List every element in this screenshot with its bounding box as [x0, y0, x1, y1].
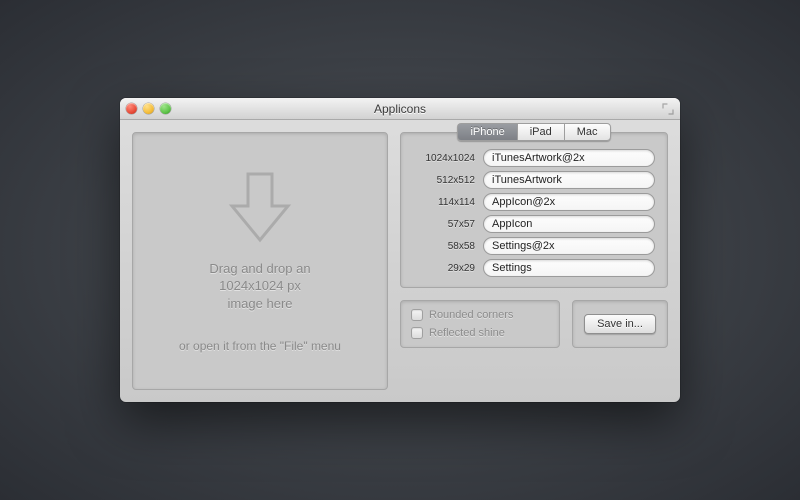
- icon-dimension-label: 58x58: [413, 241, 475, 252]
- icon-config-panel: iPhone iPad Mac 1024x1024 512x512 114x11…: [400, 132, 668, 288]
- down-arrow-icon: [225, 168, 295, 248]
- titlebar[interactable]: Applicons: [120, 98, 680, 120]
- dropzone-hint: or open it from the "File" menu: [179, 338, 341, 354]
- icon-name-field[interactable]: [483, 193, 655, 211]
- rounded-corners-label: Rounded corners: [429, 309, 513, 321]
- device-tabs: iPhone iPad Mac: [457, 123, 610, 141]
- app-window: Applicons Drag and drop an 1024x1024 px …: [120, 98, 680, 402]
- icon-name-field[interactable]: [483, 149, 655, 167]
- icon-row: 1024x1024: [413, 149, 655, 167]
- save-panel: Save in...: [572, 300, 668, 348]
- icon-dimension-label: 57x57: [413, 219, 475, 230]
- window-content: Drag and drop an 1024x1024 px image here…: [120, 120, 680, 402]
- icon-dimension-label: 29x29: [413, 263, 475, 274]
- icon-rows: 1024x1024 512x512 114x114 57x57: [413, 149, 655, 277]
- rounded-corners-checkbox[interactable]: Rounded corners: [411, 309, 549, 321]
- icon-name-field[interactable]: [483, 171, 655, 189]
- save-in-button[interactable]: Save in...: [584, 314, 656, 334]
- icon-dimension-label: 1024x1024: [413, 153, 475, 164]
- right-panel: iPhone iPad Mac 1024x1024 512x512 114x11…: [400, 132, 668, 390]
- icon-name-field[interactable]: [483, 215, 655, 233]
- icon-row: 114x114: [413, 193, 655, 211]
- icon-row: 29x29: [413, 259, 655, 277]
- image-dropzone[interactable]: Drag and drop an 1024x1024 px image here…: [132, 132, 388, 390]
- options-panel: Rounded corners Reflected shine: [400, 300, 560, 348]
- icon-row: 57x57: [413, 215, 655, 233]
- fullscreen-icon[interactable]: [662, 103, 674, 115]
- icon-row: 58x58: [413, 237, 655, 255]
- reflected-shine-input[interactable]: [411, 327, 423, 339]
- bottom-panel: Rounded corners Reflected shine Save in.…: [400, 300, 668, 348]
- icon-name-field[interactable]: [483, 237, 655, 255]
- reflected-shine-label: Reflected shine: [429, 327, 505, 339]
- dropzone-text: Drag and drop an 1024x1024 px image here: [209, 260, 310, 313]
- reflected-shine-checkbox[interactable]: Reflected shine: [411, 327, 549, 339]
- icon-dimension-label: 512x512: [413, 175, 475, 186]
- rounded-corners-input[interactable]: [411, 309, 423, 321]
- tab-ipad[interactable]: iPad: [517, 123, 564, 141]
- window-title: Applicons: [120, 102, 680, 116]
- icon-row: 512x512: [413, 171, 655, 189]
- tab-mac[interactable]: Mac: [564, 123, 611, 141]
- tab-iphone[interactable]: iPhone: [457, 123, 516, 141]
- icon-dimension-label: 114x114: [413, 197, 475, 208]
- icon-name-field[interactable]: [483, 259, 655, 277]
